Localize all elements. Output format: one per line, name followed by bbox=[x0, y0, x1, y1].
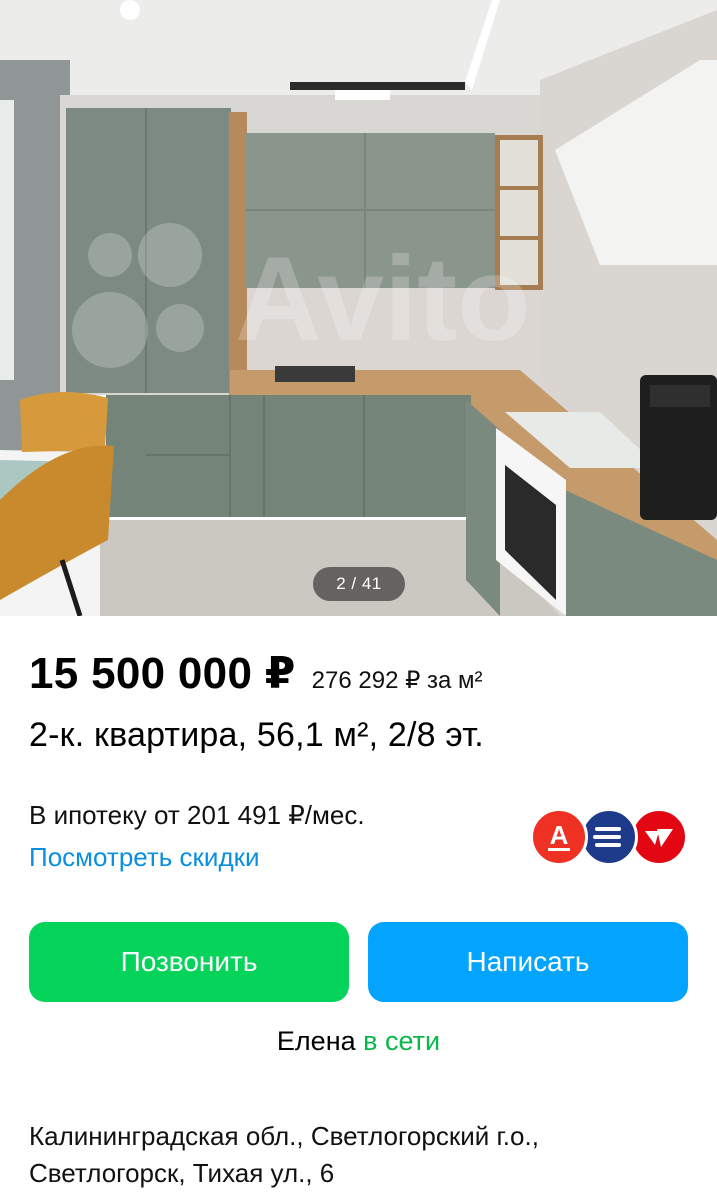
price-per-meter: 276 292 ₽ за м² bbox=[311, 667, 483, 694]
write-button[interactable]: Написать bbox=[368, 922, 688, 1002]
mortgage-text: В ипотеку от 201 491 ₽/мес. bbox=[29, 800, 365, 830]
photo-counter: 2 / 41 bbox=[313, 567, 405, 601]
watermark-text: Avito bbox=[235, 232, 531, 366]
alfa-bank-icon: А bbox=[530, 808, 588, 866]
alfa-glyph: А bbox=[550, 820, 569, 850]
listing-title: 2-к. квартира, 56,1 м², 2/8 эт. bbox=[29, 716, 484, 754]
address-line-1: Калининградская обл., Светлогорский г.о.… bbox=[29, 1121, 539, 1151]
online-status: в сети bbox=[363, 1026, 441, 1056]
seller-name: Елена bbox=[276, 1026, 356, 1056]
bank-stripes-icon bbox=[580, 808, 638, 866]
call-button[interactable]: Позвонить bbox=[29, 922, 349, 1002]
bank-check-icon bbox=[630, 808, 688, 866]
price: 15 500 000 ₽ bbox=[29, 649, 296, 698]
view-discounts-link[interactable]: Посмотреть скидки bbox=[29, 842, 260, 873]
address-line-2: Светлогорск, Тихая ул., 6 bbox=[29, 1158, 335, 1188]
bank-logos[interactable]: А bbox=[530, 808, 690, 866]
seller-status[interactable]: Елена в сети bbox=[0, 1026, 717, 1057]
price-row: 15 500 000 ₽ 276 292 ₽ за м² bbox=[29, 648, 483, 699]
address: Калининградская обл., Светлогорский г.о.… bbox=[29, 1118, 539, 1192]
listing-photo[interactable]: Avito 2 / 41 bbox=[0, 0, 717, 616]
